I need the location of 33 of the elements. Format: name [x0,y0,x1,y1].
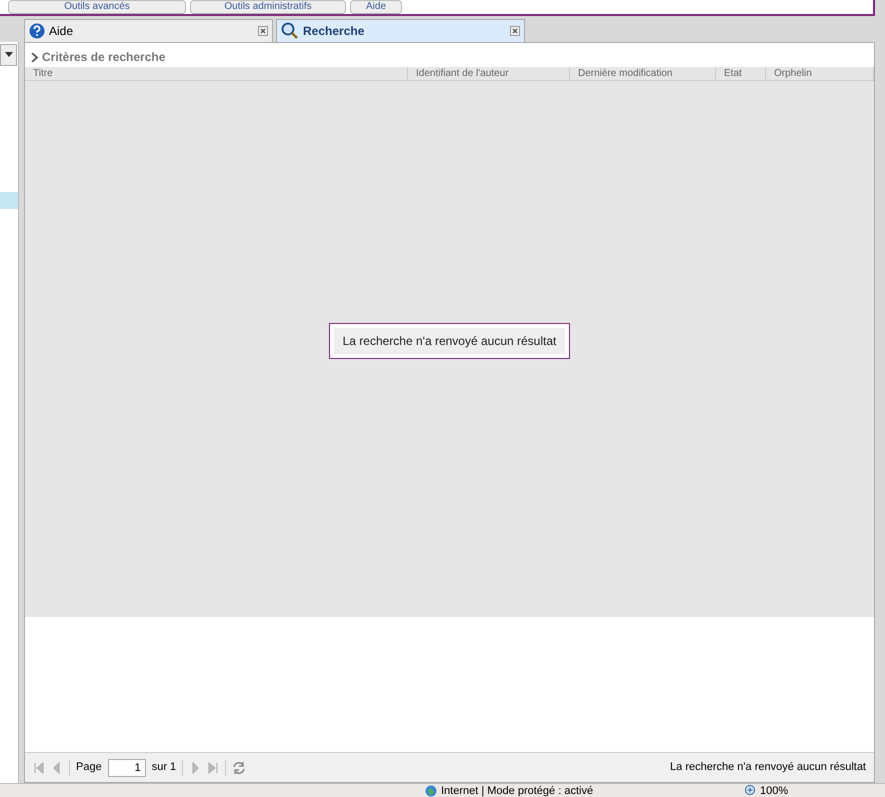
tab-label: Recherche [303,23,366,40]
column-header[interactable]: Orphelin [766,67,874,80]
selected-row-highlight [0,192,18,209]
column-header[interactable]: Identifiant de l'auteur [408,67,570,80]
tab[interactable]: Recherche [276,19,525,42]
column-header[interactable]: Etat [716,67,766,80]
page-input[interactable]: 1 [108,758,146,776]
tab-label: Aide [49,23,74,40]
dropdown-button[interactable] [0,44,17,66]
last-page-icon[interactable] [207,762,220,774]
zoom-icon [745,785,756,796]
page-label: Page [76,760,102,776]
tab[interactable]: Aide [24,19,273,42]
first-page-icon[interactable] [33,762,45,774]
criteria-label: Critères de recherche [42,49,166,66]
help-icon [29,23,45,39]
toolbar-button[interactable]: Outils avancés [8,0,186,14]
toolbar-button[interactable]: Outils administratifs [190,0,346,14]
search-icon [281,22,299,40]
chevron-right-icon [31,52,38,62]
refresh-icon[interactable] [232,760,246,774]
close-icon[interactable] [258,26,268,36]
pager-summary: La recherche n'a renvoyé aucun résultat [670,760,866,776]
column-header[interactable]: Titre [25,67,408,80]
toolbar-button[interactable]: Aide [350,0,402,14]
column-header[interactable]: Dernière modification [570,67,716,80]
globe-icon [425,784,437,796]
zoom-level[interactable]: 100% [760,784,788,796]
chevron-down-icon [4,52,12,58]
page-count: sur 1 [152,760,176,776]
empty-message: La recherche n'a renvoyé aucun résultat [328,323,570,359]
close-icon[interactable] [510,26,520,36]
security-zone: Internet | Mode protégé : activé [441,784,594,796]
